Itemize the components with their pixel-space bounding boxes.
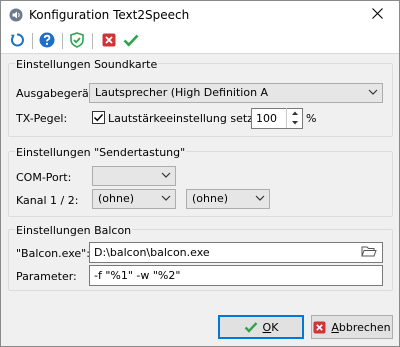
close-icon bbox=[371, 8, 383, 22]
cancel-icon bbox=[102, 33, 116, 50]
check-icon bbox=[123, 33, 139, 50]
help-button[interactable] bbox=[37, 32, 57, 50]
chevron-down-icon bbox=[161, 170, 171, 183]
shield-check-icon bbox=[69, 31, 85, 51]
cancel-icon bbox=[313, 321, 326, 334]
ok-button[interactable]: OK bbox=[218, 315, 304, 339]
balcon-exe-label: "Balcon.exe": bbox=[16, 247, 90, 260]
level-spinner[interactable] bbox=[286, 108, 302, 128]
toolbar-separator bbox=[62, 33, 63, 49]
toolbar bbox=[1, 29, 399, 53]
volume-checkbox[interactable] bbox=[92, 111, 105, 124]
folder-open-icon[interactable] bbox=[361, 244, 377, 261]
window-title: Konfiguration Text2Speech bbox=[29, 8, 190, 22]
level-unit: % bbox=[306, 112, 317, 125]
transmit-group-title: Einstellungen "Sendertastung" bbox=[15, 146, 187, 159]
parameter-label: Parameter: bbox=[16, 270, 77, 283]
config-dialog: Konfiguration Text2Speech Einstellungen … bbox=[0, 0, 400, 347]
ok-button-label: OK bbox=[262, 320, 279, 334]
channel2-value: (ohne) bbox=[192, 192, 229, 205]
channel1-select[interactable]: (ohne) bbox=[92, 189, 176, 209]
toolbar-separator bbox=[32, 33, 33, 49]
volume-checkbox-label[interactable]: Lautstärkeeinstellung setzen bbox=[108, 112, 267, 125]
balcon-exe-value: D:\balcon\balcon.exe bbox=[94, 246, 210, 259]
chevron-down-icon bbox=[255, 193, 265, 206]
close-window-button[interactable] bbox=[355, 1, 399, 29]
shield-button[interactable] bbox=[67, 31, 87, 51]
cancel-button[interactable]: Abbrechen bbox=[311, 315, 393, 339]
channel2-select[interactable]: (ohne) bbox=[186, 189, 270, 209]
toolbar-divider bbox=[1, 53, 399, 54]
chevron-down-icon bbox=[161, 193, 171, 206]
toolbar-ok-button[interactable] bbox=[121, 32, 141, 50]
output-device-value: Lautsprecher (High Definition A bbox=[95, 86, 269, 99]
output-device-label: Ausgabegerät: bbox=[16, 87, 97, 100]
reset-button[interactable] bbox=[7, 32, 27, 50]
refresh-icon bbox=[9, 32, 25, 51]
balcon-group-title: Einstellungen Balcon bbox=[15, 224, 133, 237]
channel1-value: (ohne) bbox=[98, 192, 135, 205]
parameter-input[interactable]: -f "%1" -w "%2" bbox=[89, 265, 383, 286]
chevron-down-icon bbox=[368, 87, 378, 100]
cancel-button-label: Abbrechen bbox=[331, 320, 391, 334]
parameter-value: -f "%1" -w "%2" bbox=[94, 269, 181, 282]
com-port-label: COM-Port: bbox=[16, 171, 72, 184]
balcon-exe-input[interactable]: D:\balcon\balcon.exe bbox=[89, 242, 383, 263]
soundcard-group-title: Einstellungen Soundkarte bbox=[15, 58, 159, 71]
com-port-select[interactable] bbox=[92, 166, 176, 186]
title-bar: Konfiguration Text2Speech bbox=[1, 1, 399, 29]
toolbar-separator bbox=[92, 33, 93, 49]
speaker-app-icon bbox=[9, 8, 23, 22]
output-device-select[interactable]: Lautsprecher (High Definition A bbox=[89, 83, 383, 103]
help-icon bbox=[39, 32, 55, 51]
channel-label: Kanal 1 / 2: bbox=[16, 194, 79, 207]
toolbar-cancel-button[interactable] bbox=[99, 32, 119, 50]
tx-level-label: TX-Pegel: bbox=[16, 112, 68, 125]
check-icon bbox=[244, 321, 258, 333]
level-value: 100 bbox=[256, 112, 277, 125]
